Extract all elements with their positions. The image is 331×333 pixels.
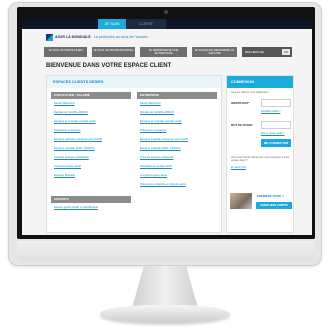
- list-item[interactable]: Santé/ RÉUNICA: [140, 102, 214, 111]
- list-item[interactable]: Prévoyance collective et frais de santé: [140, 183, 214, 192]
- forgot-identifiant-link[interactable]: Identifiant oublié ?: [261, 110, 280, 113]
- column-title: ENTREPRISE: [137, 92, 217, 99]
- list-item[interactable]: Épargne salariale entreprise avec AG2R: [54, 138, 128, 147]
- link-list: Espace gérant AG2R LA MONDIALE: [51, 203, 131, 218]
- nav-item-entreprise[interactable]: JE REPRÉSENTE UNE ENTREPRISE: [140, 47, 188, 57]
- column-entreprise: ENTREPRISE Santé/ RÉUNICA Retraite de l'…: [137, 92, 217, 195]
- forgot-password-link[interactable]: Mot de passe oublié ?: [261, 132, 284, 135]
- search-box[interactable]: RECHERCHE OK: [242, 47, 292, 57]
- list-item[interactable]: Prévention et épargne: [140, 129, 214, 138]
- panel-title: ESPACES CLIENTS DÉDIÉS: [47, 76, 221, 88]
- identifiant-field[interactable]: [261, 99, 291, 107]
- brand-tagline: La protection au sens de l'humain: [94, 35, 148, 39]
- list-item[interactable]: Espace gérant AG2R LA MONDIALE: [54, 206, 128, 215]
- tab-client[interactable]: CLIENT: [126, 19, 166, 29]
- column-gerants: GÉRANTS Espace gérant AG2R LA MONDIALE: [51, 196, 131, 218]
- identifiant-label: IDENTIFIANT*: [231, 101, 250, 105]
- search-label: RECHERCHE: [245, 50, 265, 54]
- brand-logo-icon[interactable]: [46, 34, 53, 41]
- monitor-chin: [17, 241, 315, 261]
- screen: JE SUIS CLIENT AG2R LA MONDIALE La prote…: [22, 19, 312, 235]
- login-panel: CONNEXION Tous les champs sont obligatoi…: [226, 75, 294, 233]
- tab-je-suis[interactable]: JE SUIS: [98, 19, 126, 29]
- list-item[interactable]: Épargne salariale entreprise avec AG2R: [140, 138, 214, 147]
- monitor-stand: [132, 266, 198, 308]
- list-item[interactable]: Épargne et mutuelle contrats santé: [140, 120, 214, 129]
- webcam-icon: [164, 10, 168, 14]
- list-item[interactable]: Épargne salariale (PEE / PERCO): [54, 147, 128, 156]
- password-label: MOT DE PASSE*: [231, 123, 254, 127]
- link-list: Santé/ RÉUNICA Retraite de l'AGIRC-ARRCO…: [51, 99, 131, 186]
- monitor-frame: JE SUIS CLIENT AG2R LA MONDIALE La prote…: [8, 2, 322, 266]
- page-title: BIENVENUE DANS VOTRE ESPACE CLIENT: [46, 63, 172, 69]
- first-visit-label: PREMIÈRE VISITE ?: [257, 194, 284, 198]
- customer-photo: [230, 193, 252, 209]
- password-field[interactable]: [261, 121, 291, 129]
- link-list: Santé/ RÉUNICA Retraite de l'AGIRC-ARRCO…: [137, 99, 217, 195]
- nav-item-rejoindre[interactable]: JE SOUHAITE REJOINDRE LE GROUPE: [192, 47, 238, 57]
- list-item[interactable]: Complémentaire santé: [140, 174, 214, 183]
- column-particulier: PARTICULIER - SALARIÉ Santé/ RÉUNICA Ret…: [51, 92, 131, 186]
- list-item[interactable]: Prévention et épargne: [54, 129, 128, 138]
- connect-button[interactable]: ME CONNECTER: [261, 139, 291, 147]
- list-item[interactable]: Santé/ RÉUNICA: [54, 102, 128, 111]
- column-title: PARTICULIER - SALARIÉ: [51, 92, 131, 99]
- nav-item-professionnel[interactable]: JE SUIS UN PROFESSIONNEL: [92, 47, 136, 57]
- list-item[interactable]: Contrats épargne individuelle: [54, 156, 128, 165]
- list-item[interactable]: Épargne Mutuelle: [54, 174, 128, 183]
- monitor-base: [100, 305, 230, 323]
- nav-item-particulier[interactable]: JE SUIS UN PARTICULIER: [44, 47, 88, 57]
- login-hint: Tous les champs sont obligatoires: [231, 91, 269, 94]
- list-item[interactable]: Complémentaire santé: [54, 165, 128, 174]
- help-text: Vous avez besoin d'aide pour vous connec…: [231, 156, 290, 162]
- search-button[interactable]: OK: [282, 49, 290, 55]
- list-item[interactable]: Retraite de l'AGIRC-ARRCO: [54, 111, 128, 120]
- column-title: GÉRANTS: [51, 196, 131, 203]
- list-item[interactable]: Épargne et mutuelle contrats santé: [54, 120, 128, 129]
- list-item[interactable]: Retraite de l'AGIRC-ARRCO: [140, 111, 214, 120]
- brand-name[interactable]: AG2R LA MONDIALE: [55, 35, 91, 39]
- dedicated-spaces-panel: ESPACES CLIENTS DÉDIÉS PARTICULIER - SAL…: [46, 75, 222, 233]
- login-title: CONNEXION: [227, 76, 293, 88]
- list-item[interactable]: Contrats épargne entreprise: [140, 156, 214, 165]
- list-item[interactable]: Épargne salariale (PEE / PERCO): [140, 147, 214, 156]
- list-item[interactable]: Déclarations sociales DSN: [140, 165, 214, 174]
- help-link[interactable]: En savoir plus: [231, 166, 246, 169]
- create-account-button[interactable]: CRÉER MON COMPTE: [256, 202, 292, 209]
- top-bar: JE SUIS CLIENT: [22, 19, 312, 29]
- main-nav: JE SUIS UN PARTICULIER JE SUIS UN PROFES…: [44, 47, 292, 57]
